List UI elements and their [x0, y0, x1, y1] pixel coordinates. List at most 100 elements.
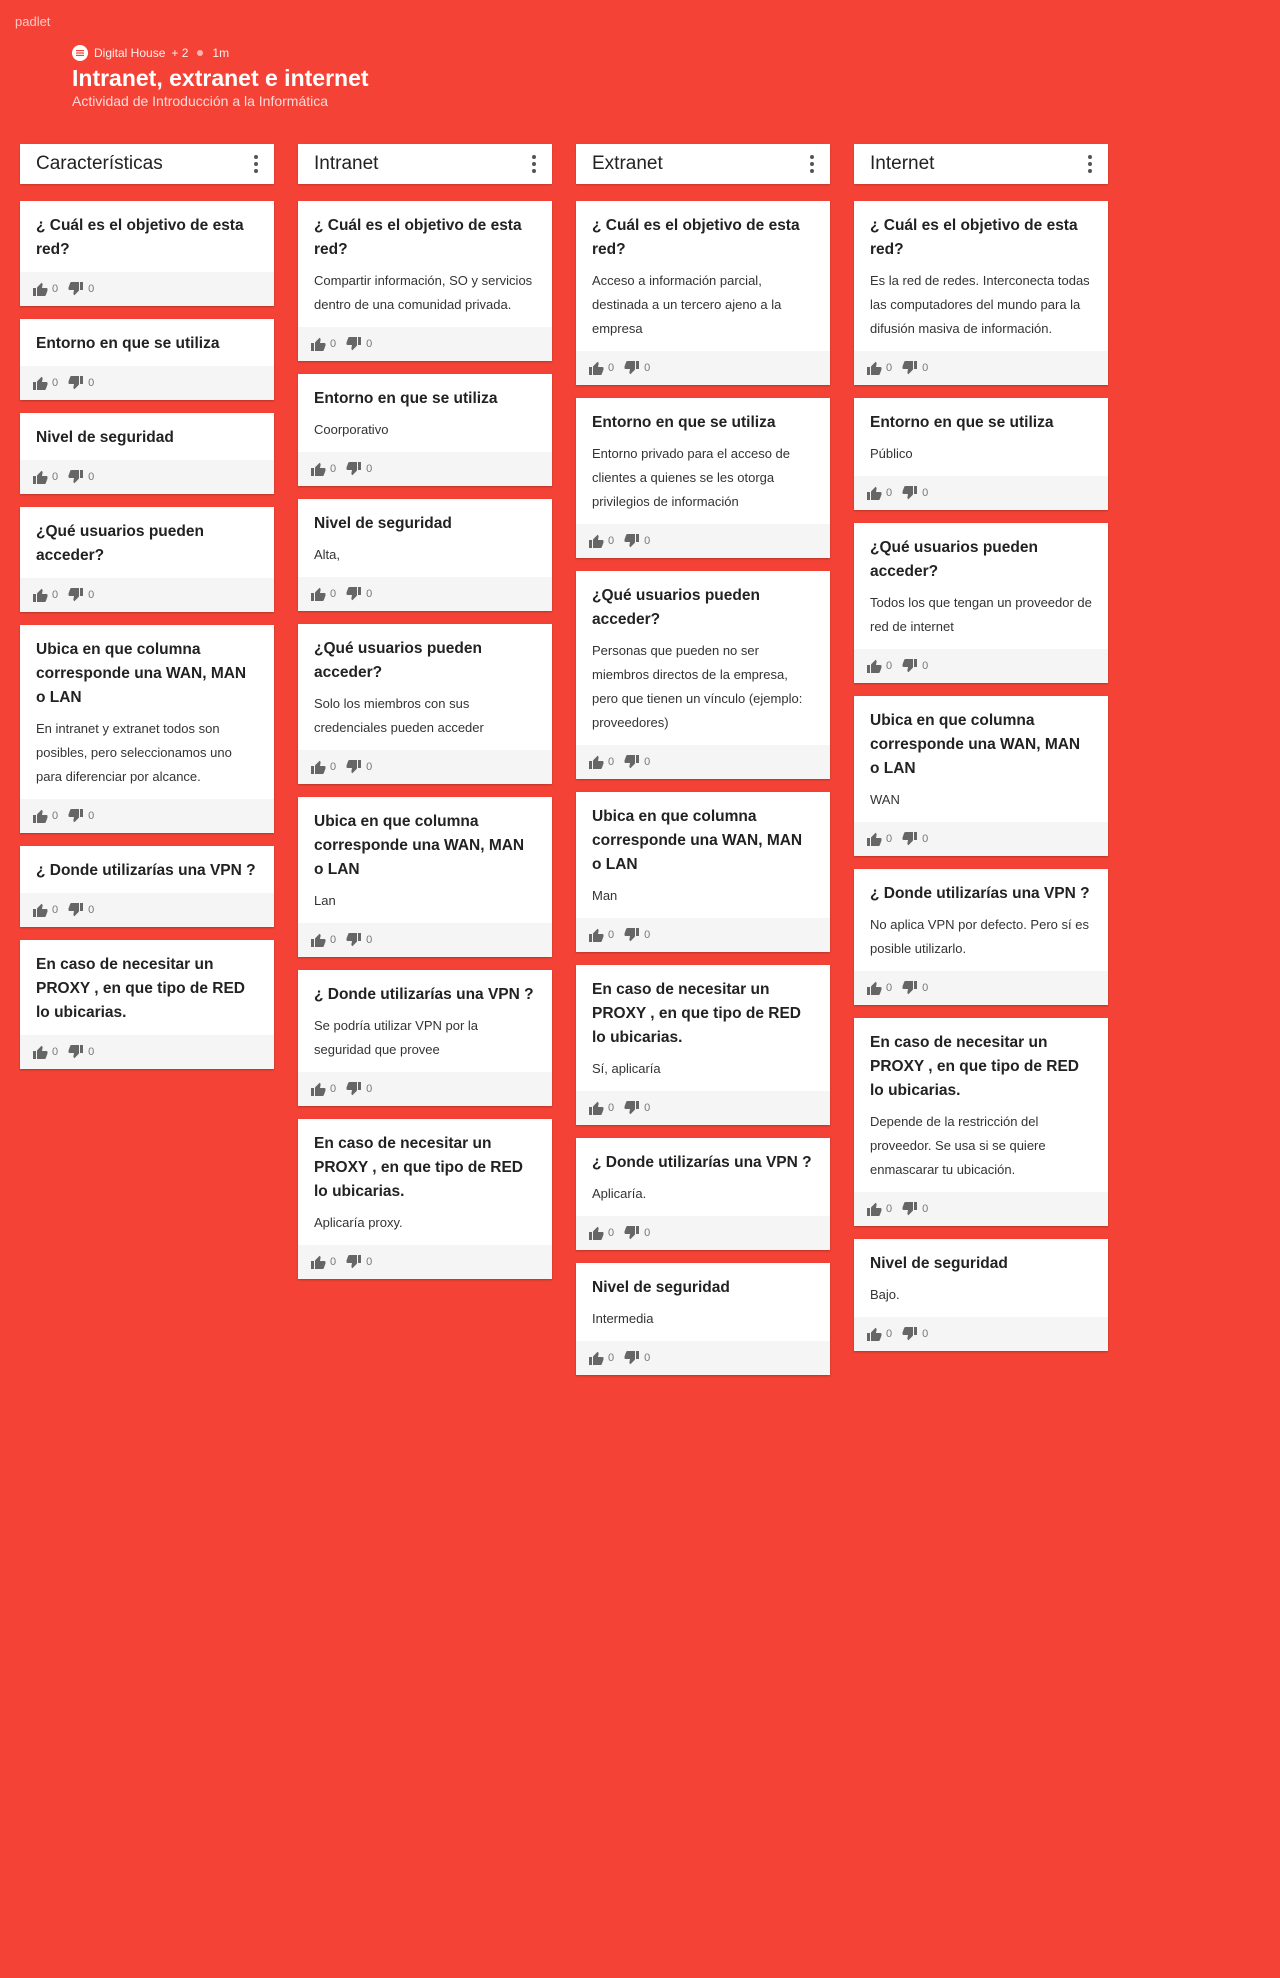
downvote-button[interactable]: 0: [346, 1254, 372, 1270]
upvote-button[interactable]: 0: [866, 658, 892, 674]
post-card[interactable]: En caso de necesitar un PROXY , en que t…: [854, 1018, 1108, 1226]
upvote-button[interactable]: 0: [32, 469, 58, 485]
column-title[interactable]: Características: [36, 153, 163, 175]
upvote-button[interactable]: 0: [866, 831, 892, 847]
downvote-button[interactable]: 0: [68, 808, 94, 824]
downvote-button[interactable]: 0: [902, 485, 928, 501]
post-card[interactable]: Entorno en que se utiliza Entorno privado…: [576, 398, 830, 558]
post-card[interactable]: ¿ Cuál es el objetivo de esta red? Acceso…: [576, 201, 830, 385]
post-text: Es la red de redes. Interconecta todas l…: [870, 273, 1090, 336]
post-card[interactable]: Entorno en que se utiliza 0 0: [20, 319, 274, 400]
post-card[interactable]: ¿ Cuál es el objetivo de esta red? Es la …: [854, 201, 1108, 385]
downvote-count: 0: [366, 761, 373, 773]
upvote-button[interactable]: 0: [310, 1081, 336, 1097]
upvote-button[interactable]: 0: [588, 1100, 614, 1116]
downvote-button[interactable]: 0: [68, 375, 94, 391]
upvote-button[interactable]: 0: [32, 1044, 58, 1060]
downvote-button[interactable]: 0: [624, 1350, 650, 1366]
downvote-button[interactable]: 0: [624, 1100, 650, 1116]
column-menu-icon[interactable]: [1080, 151, 1092, 177]
upvote-button[interactable]: 0: [588, 927, 614, 943]
column-title[interactable]: Internet: [870, 153, 934, 175]
downvote-button[interactable]: 0: [346, 461, 372, 477]
column-title[interactable]: Extranet: [592, 153, 663, 175]
downvote-button[interactable]: 0: [624, 1225, 650, 1241]
downvote-button[interactable]: 0: [902, 980, 928, 996]
downvote-button[interactable]: 0: [624, 927, 650, 943]
post-card[interactable]: ¿ Donde utilizarías una VPN ? 0 0: [20, 846, 274, 927]
post-card[interactable]: Ubica en que columna corresponde una WAN…: [20, 625, 274, 833]
post-card[interactable]: En caso de necesitar un PROXY , en que t…: [298, 1119, 552, 1279]
post-card[interactable]: ¿ Donde utilizarías una VPN ? No aplica V…: [854, 869, 1108, 1005]
column-menu-icon[interactable]: [246, 151, 258, 177]
post-card[interactable]: ¿Qué usuarios pueden acceder? 0 0: [20, 507, 274, 612]
upvote-button[interactable]: 0: [32, 808, 58, 824]
column-menu-icon[interactable]: [524, 151, 536, 177]
upvote-button[interactable]: 0: [32, 587, 58, 603]
upvote-button[interactable]: 0: [32, 902, 58, 918]
post-card[interactable]: ¿Qué usuarios pueden acceder? Personas qu…: [576, 571, 830, 779]
downvote-button[interactable]: 0: [68, 281, 94, 297]
post-card[interactable]: ¿Qué usuarios pueden acceder? Solo los mi…: [298, 624, 552, 784]
upvote-button[interactable]: 0: [588, 360, 614, 376]
upvote-button[interactable]: 0: [588, 754, 614, 770]
post-card[interactable]: ¿ Donde utilizarías una VPN ? Aplicaría. 0…: [576, 1138, 830, 1250]
downvote-button[interactable]: 0: [902, 1326, 928, 1342]
upvote-button[interactable]: 0: [866, 1201, 892, 1217]
thumbs-down-icon: [68, 282, 84, 296]
downvote-button[interactable]: 0: [902, 831, 928, 847]
post-card[interactable]: Nivel de seguridad Bajo. 0 0: [854, 1239, 1108, 1351]
post-card[interactable]: ¿ Cuál es el objetivo de esta red? Compar…: [298, 201, 552, 361]
post-card[interactable]: Ubica en que columna corresponde una WAN…: [576, 792, 830, 952]
downvote-button[interactable]: 0: [902, 1201, 928, 1217]
avatar[interactable]: [72, 45, 88, 61]
upvote-button[interactable]: 0: [588, 1225, 614, 1241]
upvote-button[interactable]: 0: [866, 980, 892, 996]
downvote-button[interactable]: 0: [68, 469, 94, 485]
upvote-button[interactable]: 0: [310, 336, 336, 352]
post-card[interactable]: Nivel de seguridad 0 0: [20, 413, 274, 494]
upvote-button[interactable]: 0: [866, 485, 892, 501]
post-card[interactable]: Ubica en que columna corresponde una WAN…: [298, 797, 552, 957]
upvote-button[interactable]: 0: [588, 1350, 614, 1366]
downvote-button[interactable]: 0: [68, 587, 94, 603]
downvote-button[interactable]: 0: [624, 360, 650, 376]
post-card[interactable]: Nivel de seguridad Intermedia 0 0: [576, 1263, 830, 1375]
upvote-button[interactable]: 0: [310, 1254, 336, 1270]
downvote-button[interactable]: 0: [68, 1044, 94, 1060]
post-card[interactable]: En caso de necesitar un PROXY , en que t…: [20, 940, 274, 1069]
upvote-button[interactable]: 0: [32, 281, 58, 297]
column-menu-icon[interactable]: [802, 151, 814, 177]
column-title[interactable]: Intranet: [314, 153, 378, 175]
post-card[interactable]: En caso de necesitar un PROXY , en que t…: [576, 965, 830, 1125]
downvote-button[interactable]: 0: [346, 1081, 372, 1097]
downvote-button[interactable]: 0: [624, 754, 650, 770]
post-card[interactable]: Entorno en que se utiliza Público 0 0: [854, 398, 1108, 510]
downvote-button[interactable]: 0: [346, 932, 372, 948]
upvote-button[interactable]: 0: [588, 533, 614, 549]
upvote-button[interactable]: 0: [310, 759, 336, 775]
upvote-button[interactable]: 0: [310, 461, 336, 477]
downvote-button[interactable]: 0: [902, 360, 928, 376]
post-card[interactable]: Nivel de seguridad Alta, 0 0: [298, 499, 552, 611]
upvote-count: 0: [608, 1102, 615, 1114]
padlet-logo[interactable]: padlet: [15, 14, 50, 29]
post-card[interactable]: ¿ Donde utilizarías una VPN ? Se podría u…: [298, 970, 552, 1106]
downvote-button[interactable]: 0: [346, 759, 372, 775]
author-name[interactable]: Digital House: [94, 46, 165, 60]
downvote-button[interactable]: 0: [68, 902, 94, 918]
downvote-button[interactable]: 0: [346, 586, 372, 602]
upvote-button[interactable]: 0: [310, 586, 336, 602]
upvote-count: 0: [52, 904, 59, 916]
upvote-button[interactable]: 0: [866, 1326, 892, 1342]
downvote-button[interactable]: 0: [346, 336, 372, 352]
upvote-button[interactable]: 0: [866, 360, 892, 376]
upvote-button[interactable]: 0: [32, 375, 58, 391]
post-card[interactable]: ¿ Cuál es el objetivo de esta red? 0 0: [20, 201, 274, 306]
post-card[interactable]: Entorno en que se utiliza Coorporativo 0 0: [298, 374, 552, 486]
downvote-button[interactable]: 0: [624, 533, 650, 549]
post-card[interactable]: ¿Qué usuarios pueden acceder? Todos los q…: [854, 523, 1108, 683]
post-card[interactable]: Ubica en que columna corresponde una WAN…: [854, 696, 1108, 856]
downvote-button[interactable]: 0: [902, 658, 928, 674]
upvote-button[interactable]: 0: [310, 932, 336, 948]
